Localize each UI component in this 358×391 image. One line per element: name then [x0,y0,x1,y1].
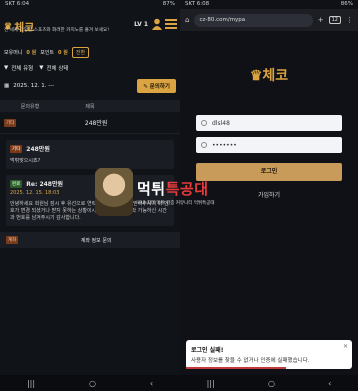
pencil-icon: ✎ [143,84,148,90]
funnel-icon: ▼ [39,65,44,71]
point-label: 포인트 [40,49,55,56]
inquiry-card: 기타 248만원 먹튀맞으시죠? [6,140,174,169]
username-field[interactable]: dlsl48 [196,115,342,131]
left-phone-screen: SKT 6:04 87% ♛ 체코 전 세계 다양한 스포츠와 화려한 카지노를 … [0,0,180,391]
battery-level: 86% [340,1,353,7]
home-icon[interactable]: ○ [89,379,96,388]
user-icon [201,120,207,126]
toast-message: 사용자 정보를 찾을 수 없거나 인증에 실패했습니다. [191,358,310,364]
exchange-button[interactable]: 전환 [71,46,90,58]
battery-level: 87% [162,1,175,7]
status-time: SKT 6:04 [5,1,30,7]
logo-text: 체코 [262,68,289,84]
date-picker[interactable]: 2025. 12. 1. --- [13,83,54,89]
row-title: 248만원 [84,120,108,127]
home-icon[interactable]: ○ [268,379,275,388]
reply-card: 완료 Re: 248만원 2025. 12. 15. 18:03 안녕하세요 회원… [6,175,174,226]
site-tagline: 전 세계 다양한 스포츠와 화려한 카지노를 즐겨 보세요! [4,28,110,33]
column-type: 문의유형 [20,103,40,110]
point-value: 0 원 [58,49,68,56]
new-tab-icon[interactable]: + [318,16,324,24]
card-head: 기타 248만원 [10,144,170,153]
recents-icon[interactable]: ||| [27,379,35,388]
balance-label: 보유머니 [4,49,23,56]
date-row: ▦ 2025. 12. 1. --- ✎ 문의하기 [0,77,180,95]
row-title: 계좌 정보 문의 [80,237,112,244]
hamburger-menu-icon[interactable] [165,19,177,29]
card-body: 먹튀맞으시죠? [10,158,41,164]
table-row[interactable]: 계좌 계좌 정보 문의 [0,232,180,248]
category-badge: 기타 [10,144,23,153]
balance-bar: 보유머니 0 원 포인트 0 원 전환 [0,45,180,59]
login-button[interactable]: 로그인 [196,163,342,181]
user-level: LV 1 [134,21,148,28]
status-filter[interactable]: ▼ 전체 상태 [39,64,68,72]
right-phone-screen: SKT 6:08 86% ⌂ cz-80.com/mypa + 12 ⋮ ♛체코… [180,0,358,391]
error-toast: 로그인 실패! 사용자 정보를 찾을 수 없거나 인증에 실패했습니다. ✕ [186,340,352,369]
close-icon[interactable]: ✕ [343,343,348,350]
site-logo: ♛체코 [180,65,358,85]
type-filter-label: 전체 유형 [11,66,34,72]
address-bar[interactable]: cz-80.com/mypa [194,13,313,27]
browser-toolbar: ⌂ cz-80.com/mypa + 12 ⋮ [180,9,358,31]
balance-value: 0 원 [26,49,37,56]
reply-date: 2025. 12. 15. 18:03 [10,190,60,196]
android-nav-bar: ||| ○ ‹ [0,375,180,391]
password-value: ••••••• [212,141,237,149]
site-header: ♛ 체코 전 세계 다양한 스포츠와 화려한 카지노를 즐겨 보세요! LV 1 [0,9,180,45]
status-bar: SKT 6:04 87% [0,0,180,9]
recents-icon[interactable]: ||| [207,379,215,388]
funnel-icon: ▼ [4,65,9,71]
toast-progress [186,367,286,369]
category-badge: 계좌 [6,236,19,244]
type-filter[interactable]: ▼ 전체 유형 [4,64,33,72]
calendar-icon: ▦ [4,83,10,89]
status-filter-label: 전체 상태 [46,66,69,72]
status-badge: 완료 [10,179,23,188]
signup-link[interactable]: 가입하기 [180,190,358,199]
filter-row: ▼ 전체 유형 ▼ 전체 상태 [0,59,180,77]
android-nav-bar: ||| ○ ‹ [180,375,358,391]
status-bar: SKT 6:08 86% [180,0,358,9]
lock-icon [201,142,207,148]
table-row[interactable]: 기타 248만원 [0,112,180,134]
tab-count-button[interactable]: 12 [328,16,341,24]
inquiry-button[interactable]: ✎ 문의하기 [137,79,176,93]
card-head: 완료 Re: 248만원 [10,179,170,188]
inquiry-button-label: 문의하기 [149,84,170,90]
column-title: 제목 [85,103,95,110]
password-field[interactable]: ••••••• [196,137,342,153]
status-time: SKT 6:08 [185,1,210,7]
back-icon[interactable]: ‹ [150,379,153,388]
reply-body: 안녕하세요 회원님 잠시 후 유선으로 연락드릴 예정 이오니 받아주시기 바 … [10,201,169,221]
more-icon[interactable]: ⋮ [346,16,353,24]
back-icon[interactable]: ‹ [328,379,331,388]
table-header: 문의유형 제목 [0,100,180,112]
category-badge: 기타 [4,118,17,127]
toast-title: 로그인 실패! [191,347,224,354]
home-icon[interactable]: ⌂ [185,16,189,24]
crown-icon: ♛ [249,68,263,84]
username-value: dlsl48 [212,119,230,127]
card-title: 248만원 [26,146,50,153]
user-icon[interactable] [152,18,162,30]
card-title: Re: 248만원 [26,181,64,188]
